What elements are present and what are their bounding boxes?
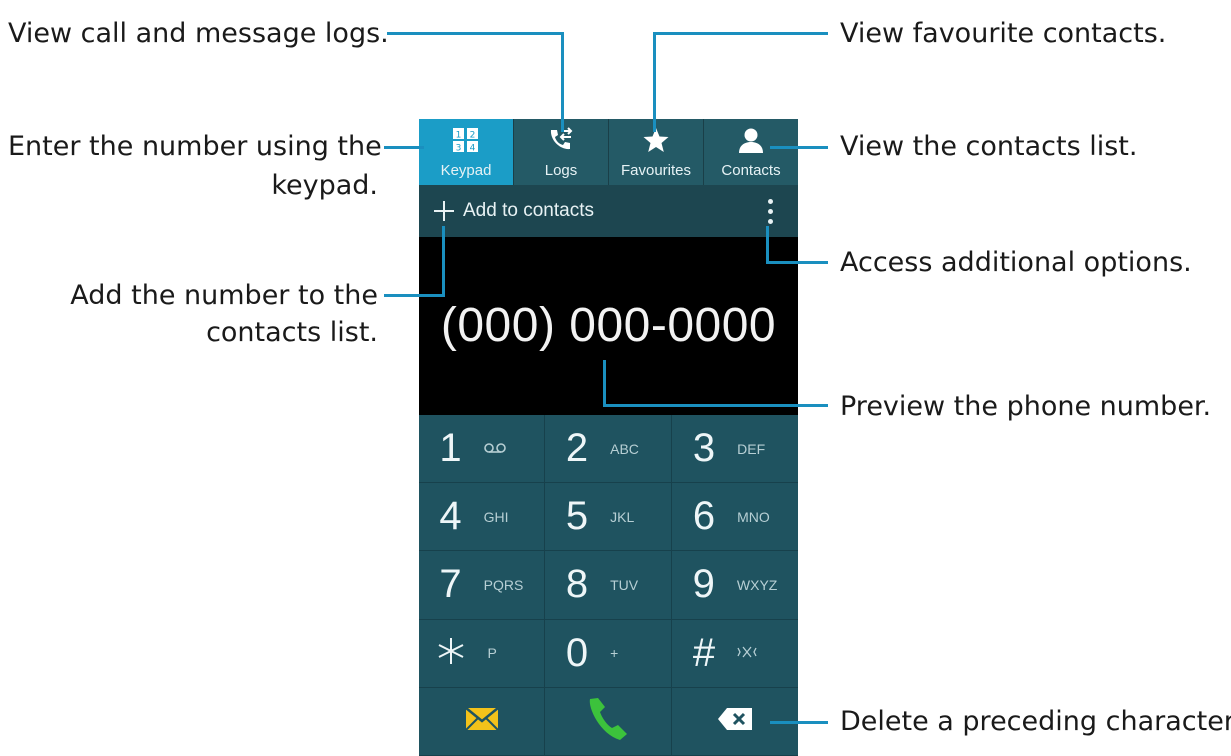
voicemail-icon	[483, 441, 524, 457]
leader-line	[766, 261, 828, 264]
key-7[interactable]: 7 PQRS	[419, 551, 545, 620]
annotation-keypad-line1: Enter the number using the	[8, 131, 382, 162]
leader-line	[603, 404, 828, 407]
leader-line	[603, 360, 606, 406]
tab-favourites[interactable]: Favourites	[609, 119, 704, 185]
plus-icon[interactable]	[433, 200, 455, 222]
asterisk-icon	[436, 631, 466, 676]
leader-line	[561, 32, 564, 132]
more-options-icon[interactable]	[768, 199, 774, 225]
tab-logs-label: Logs	[544, 162, 578, 179]
key-6[interactable]: 6 MNO	[672, 483, 798, 552]
key-letters: WXYZ	[736, 576, 778, 593]
number-display: (000) 000-0000	[419, 237, 798, 415]
annotation-preview: Preview the phone number.	[840, 391, 1212, 422]
key-letters: ABC	[610, 440, 639, 457]
leader-line	[384, 146, 424, 149]
key-1[interactable]: 1	[419, 415, 545, 484]
annotation-keypad-line2: keypad.	[271, 170, 378, 201]
annotation-logs: View call and message logs.	[8, 18, 389, 49]
key-9[interactable]: 9 WXYZ	[672, 551, 798, 620]
dialer-screen: 1 2 3 4 Keypad Logs Favourites Contacts …	[419, 119, 798, 756]
leader-line	[653, 32, 828, 35]
keypad-icon: 1 2 3 4	[449, 125, 483, 155]
key-digit: 6	[692, 494, 716, 539]
key-digit: 9	[692, 562, 715, 607]
tab-keypad-label: Keypad	[440, 162, 492, 179]
backspace-icon	[717, 707, 753, 735]
key-5[interactable]: 5 JKL	[545, 483, 672, 552]
key-digit: 4	[439, 494, 462, 539]
tab-favourites-label: Favourites	[620, 162, 692, 179]
annotation-favourites: View favourite contacts.	[840, 18, 1167, 49]
key-letters: PQRS	[483, 576, 524, 593]
add-to-contacts-button[interactable]: Add to contacts	[463, 200, 594, 222]
svg-text:1: 1	[456, 131, 462, 141]
annotation-contacts: View the contacts list.	[840, 131, 1138, 162]
person-icon	[734, 125, 768, 155]
message-icon	[464, 707, 499, 735]
key-digit: 3	[692, 426, 716, 471]
svg-text:4: 4	[470, 144, 476, 154]
key-letters: MNO	[737, 508, 770, 525]
tab-keypad[interactable]: 1 2 3 4 Keypad	[419, 119, 514, 185]
annotation-add-line1: Add the number to the	[70, 280, 378, 311]
key-digit: 2	[565, 426, 589, 471]
call-key[interactable]	[545, 687, 672, 756]
tab-bar: 1 2 3 4 Keypad Logs Favourites Contacts	[419, 119, 798, 185]
key-hash[interactable]: #	[672, 619, 798, 688]
leader-line	[653, 32, 656, 132]
leader-line	[770, 721, 828, 724]
leader-line	[442, 226, 445, 296]
vibrate-icon	[737, 645, 777, 661]
leader-line	[387, 32, 563, 35]
dial-keypad: 1 2 ABC 3 DEF 4 GHI 5 JKL 6 MNO 7 PQRS 8 TUV 9 W…	[419, 415, 798, 756]
leader-line	[384, 294, 445, 297]
key-3[interactable]: 3 DEF	[672, 415, 798, 484]
leader-line	[766, 226, 769, 263]
key-letters: +	[610, 645, 619, 662]
key-letters: JKL	[610, 508, 635, 525]
tab-contacts-label: Contacts	[721, 162, 781, 179]
message-key[interactable]	[419, 687, 545, 756]
key-digit: 1	[439, 426, 462, 471]
key-star[interactable]: P	[419, 619, 545, 688]
key-8[interactable]: 8 TUV	[545, 551, 672, 620]
key-digit: 8	[565, 562, 589, 607]
key-letters: TUV	[610, 576, 639, 593]
key-digit: #	[692, 630, 716, 675]
action-bar: Add to contacts	[419, 185, 798, 237]
key-0[interactable]: 0 +	[545, 619, 672, 688]
svg-text:3: 3	[456, 144, 462, 154]
key-letters: DEF	[737, 440, 766, 457]
svg-text:2: 2	[470, 131, 476, 141]
key-digit: 5	[565, 494, 589, 539]
annotation-delete: Delete a preceding character.	[840, 706, 1231, 737]
key-digit: 7	[439, 562, 462, 607]
star-icon	[639, 125, 673, 155]
key-digit: 0	[565, 630, 589, 675]
tab-contacts[interactable]: Contacts	[704, 119, 798, 185]
annotation-options: Access additional options.	[840, 247, 1192, 278]
phone-number: (000) 000-0000	[440, 298, 777, 352]
leader-line	[770, 146, 828, 149]
annotation-add-line2: contacts list.	[206, 317, 378, 348]
key-2[interactable]: 2 ABC	[545, 415, 672, 484]
key-letters: P	[487, 645, 497, 662]
key-letters: GHI	[483, 508, 509, 525]
phone-icon	[586, 696, 630, 746]
key-4[interactable]: 4 GHI	[419, 483, 545, 552]
